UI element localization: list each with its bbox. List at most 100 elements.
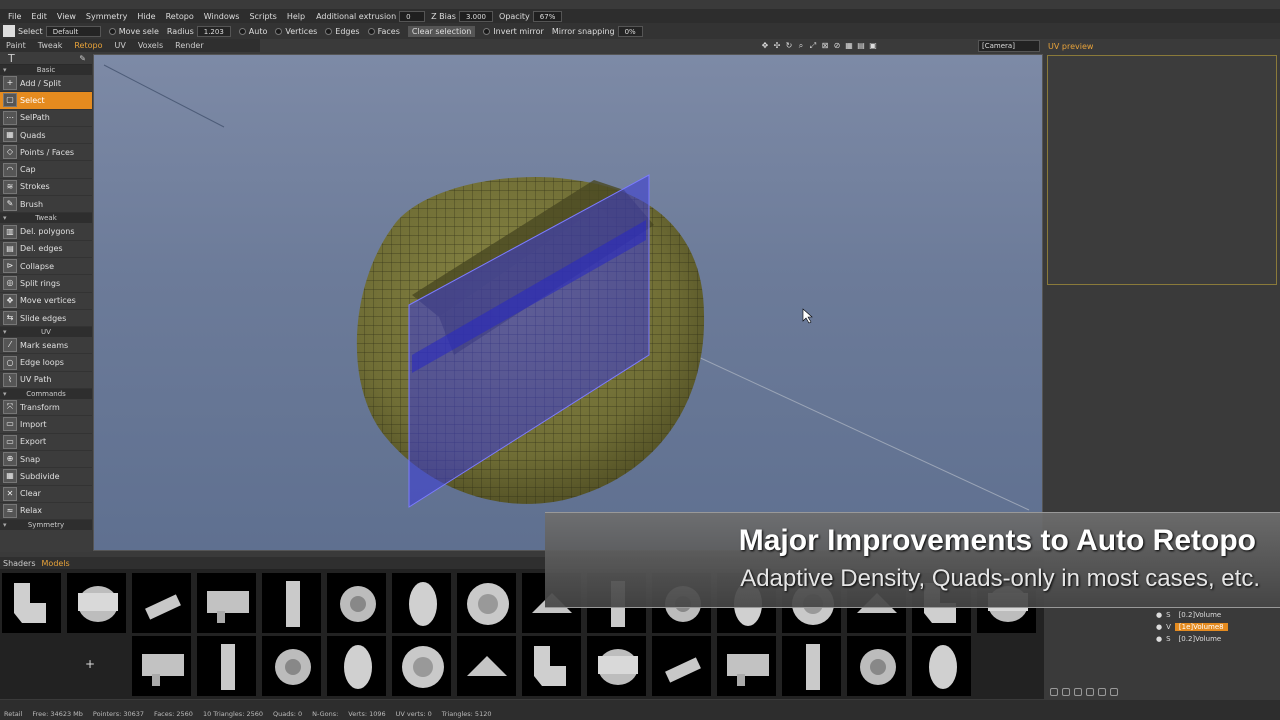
tool-del-edges[interactable]: ▤ Del. edges [0,241,92,258]
tool-selpath[interactable]: ⋯ SelPath [0,110,92,127]
rotate-view-icon[interactable]: ↻ [784,41,794,51]
tool-edge-loops[interactable]: ○ Edge loops [0,354,92,372]
delete-layer-icon[interactable] [1110,688,1118,696]
model-thumbnail[interactable] [522,636,584,698]
frame-icon[interactable]: ⊠ [820,41,830,51]
eye-icon[interactable]: ● [1156,611,1162,619]
move-selection-checkbox[interactable] [108,27,116,35]
model-thumbnail[interactable] [652,636,714,698]
render-view-icon[interactable]: ▤ [856,41,866,51]
menu-hide[interactable]: Hide [132,12,160,21]
tab-paint[interactable]: Paint [6,41,26,50]
menu-help[interactable]: Help [282,12,310,21]
tool-subdivide[interactable]: ▦ Subdivide [0,468,92,486]
tool-select[interactable]: ▢ Select [0,92,92,110]
move-view-icon[interactable]: ✥ [760,41,770,51]
menu-retopo[interactable]: Retopo [161,12,199,21]
uv-preview-canvas[interactable] [1047,55,1277,285]
tool-quads[interactable]: ▦ Quads [0,127,92,145]
model-thumbnail[interactable] [847,636,909,698]
move-selection-toggle[interactable]: Move sele [108,27,159,36]
pan-icon[interactable]: ✣ [772,41,782,51]
model-thumbnail[interactable] [132,573,194,635]
tool-del-polygons[interactable]: ▥ Del. polygons [0,223,92,241]
eye-icon[interactable]: ● [1156,623,1162,631]
add-model-button[interactable]: + [85,657,95,671]
3d-viewport[interactable] [93,54,1043,551]
model-thumbnail[interactable] [197,573,259,635]
tab-retopo[interactable]: Retopo [74,41,102,50]
model-thumbnail[interactable] [262,636,324,698]
zoom-icon[interactable]: ⌕ [796,41,806,51]
tool-clear[interactable]: ✕ Clear [0,486,92,503]
text-tool-icon[interactable]: T [8,52,15,65]
model-thumbnail[interactable] [587,636,649,698]
vertices-toggle[interactable]: Vertices [275,27,317,36]
tab-uv[interactable]: UV [114,41,125,50]
tool-add-split[interactable]: + Add / Split [0,75,92,93]
tool-transform[interactable]: ⤧ Transform [0,399,92,417]
invert-mirror-toggle[interactable]: Invert mirror [483,27,544,36]
section-uv[interactable]: UV [0,327,92,338]
radius-input[interactable]: 1.203 [196,25,231,37]
uv-preview-title[interactable]: UV preview [1048,42,1093,51]
edges-toggle[interactable]: Edges [325,27,360,36]
duplicate-layer-icon[interactable] [1062,688,1070,696]
maximize-icon[interactable]: ▣ [868,41,878,51]
model-thumbnail[interactable] [457,636,519,698]
tool-snap[interactable]: ⊕ Snap [0,451,92,469]
invert-mirror-checkbox[interactable] [483,27,491,35]
layer-row[interactable]: ● S [0.2]Volume [1156,609,1229,620]
menu-edit[interactable]: Edit [26,12,52,21]
eye-icon[interactable]: ● [1156,635,1162,643]
model-thumbnail[interactable] [327,573,389,635]
tool-split-rings[interactable]: ◎ Split rings [0,275,92,293]
camera-dropdown[interactable]: [Camera] [978,40,1040,52]
faces-checkbox[interactable] [367,27,375,35]
layer-row-active[interactable]: ● V [1e]Volume8 [1156,621,1232,632]
settings-icon[interactable] [1098,688,1106,696]
tab-shaders[interactable]: Shaders [3,559,36,568]
model-thumbnail[interactable] [392,573,454,635]
tab-voxels[interactable]: Voxels [138,41,163,50]
clear-selection-button[interactable]: Clear selection [407,25,476,37]
grid-icon[interactable]: ▦ [844,41,854,51]
new-layer-icon[interactable] [1050,688,1058,696]
model-thumbnail[interactable] [457,573,519,635]
model-thumbnail[interactable] [262,573,324,635]
tool-strokes[interactable]: ≋ Strokes [0,179,92,197]
auto-toggle[interactable]: Auto [238,27,267,36]
visibility-icon[interactable] [1086,688,1094,696]
model-thumbnail[interactable] [392,636,454,698]
section-tweak[interactable]: Tweak [0,213,92,224]
model-thumbnail[interactable] [782,636,844,698]
menu-windows[interactable]: Windows [199,12,245,21]
tool-slide-edges[interactable]: ⇆ Slide edges [0,310,92,328]
layer-row[interactable]: ● S [0.2]Volume [1156,633,1229,644]
tab-tweak[interactable]: Tweak [38,41,63,50]
additional-extrusion-input[interactable]: 0 [399,10,426,22]
tab-models[interactable]: Models [42,559,70,568]
edges-checkbox[interactable] [325,27,333,35]
tool-mark-seams[interactable]: ⁄ Mark seams [0,337,92,355]
z-bias-input[interactable]: 3.000 [458,10,494,22]
perspective-icon[interactable]: ⊘ [832,41,842,51]
tool-relax[interactable]: ≈ Relax [0,503,92,521]
tool-export[interactable]: ▭ Export [0,434,92,451]
tool-import[interactable]: ▭ Import [0,416,92,434]
opacity-input[interactable]: 67% [532,10,563,22]
section-commands[interactable]: Commands [0,389,92,400]
model-thumbnail[interactable] [717,636,779,698]
select-mode-dropdown[interactable]: Default [45,25,101,37]
model-thumbnail[interactable] [197,636,259,698]
fit-view-icon[interactable]: ⤢ [808,41,818,51]
menu-view[interactable]: View [52,12,81,21]
menu-scripts[interactable]: Scripts [244,12,281,21]
mirror-snapping-input[interactable]: 0% [617,25,643,37]
model-thumbnail[interactable] [67,573,129,635]
tool-collapse[interactable]: ⊳ Collapse [0,258,92,276]
vertices-checkbox[interactable] [275,27,283,35]
faces-toggle[interactable]: Faces [367,27,400,36]
model-thumbnail[interactable] [327,636,389,698]
auto-checkbox[interactable] [238,27,246,35]
